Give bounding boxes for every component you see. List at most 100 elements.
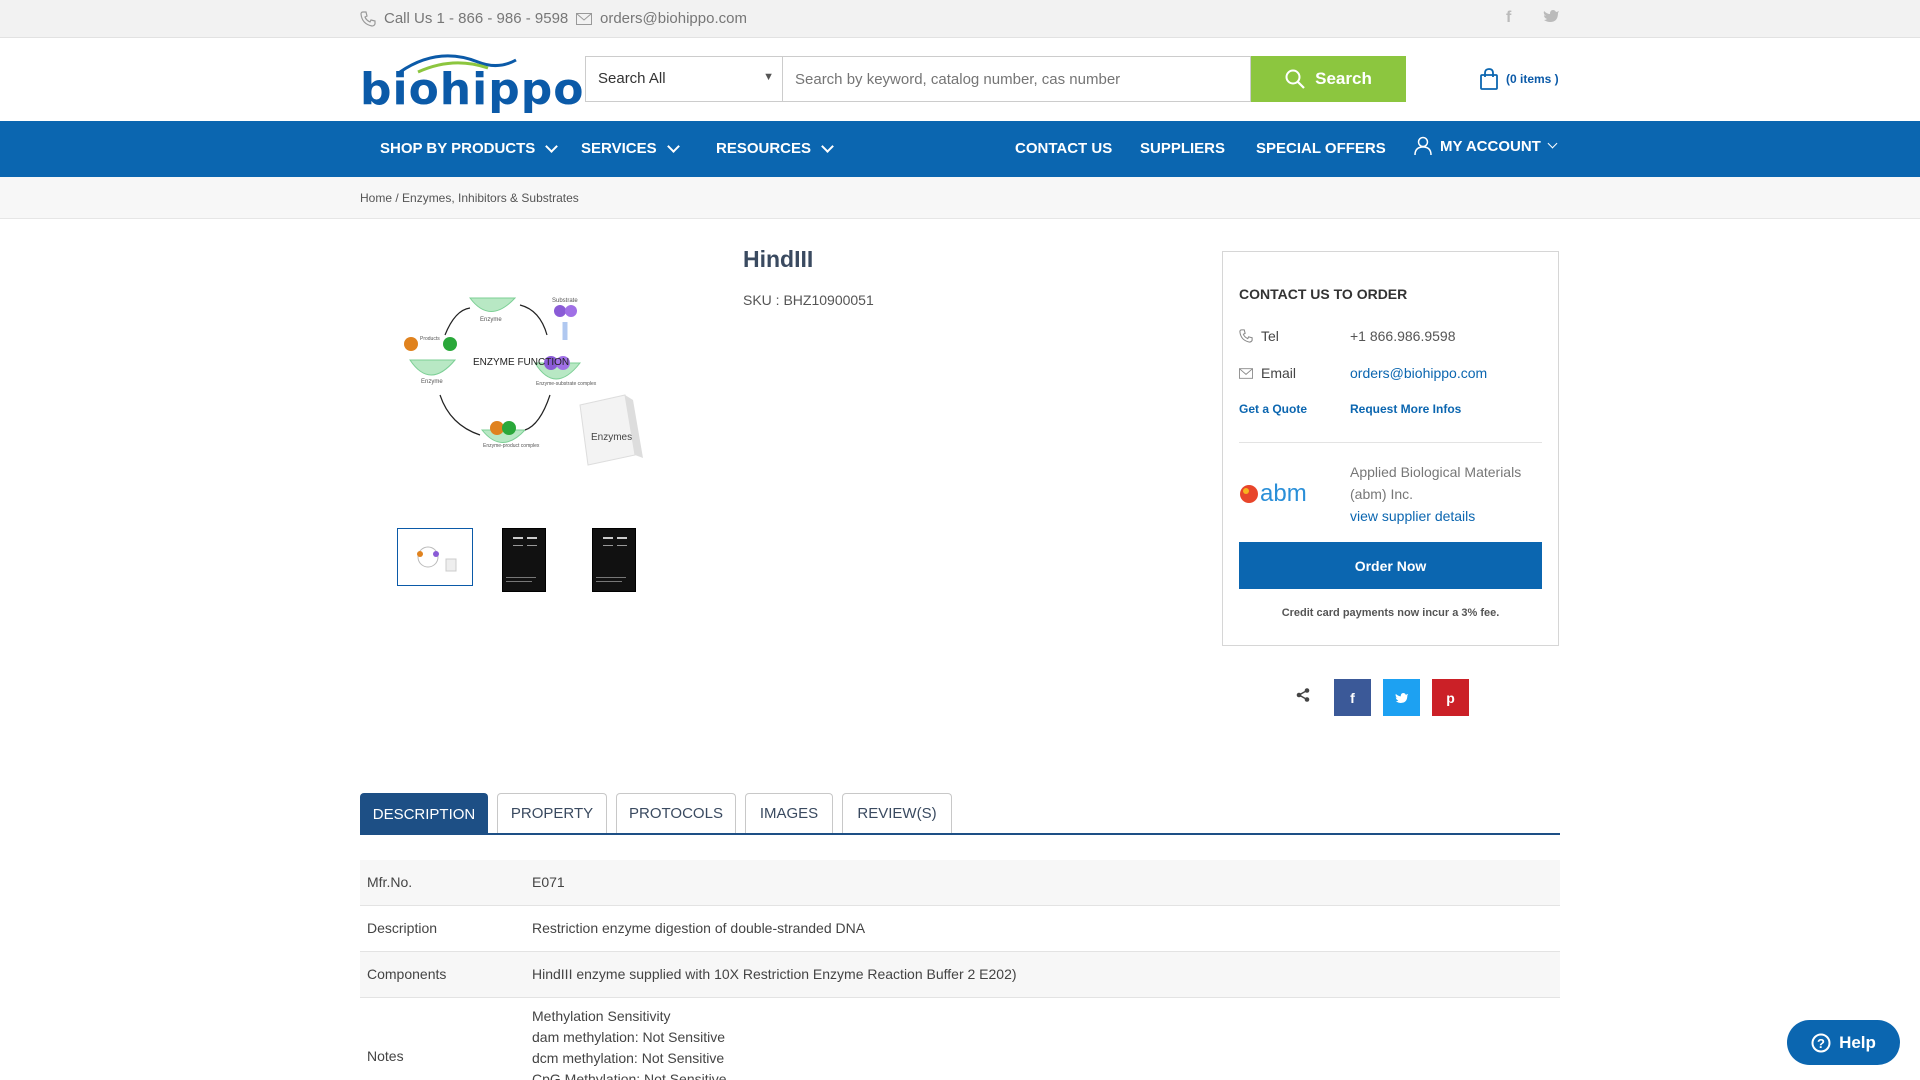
tab-images[interactable]: IMAGES (745, 793, 833, 833)
image-label-center: ENZYME FUNCTION (473, 357, 569, 368)
request-info-link[interactable]: Request More Infos (1350, 402, 1461, 416)
email-contact[interactable]: orders@biohippo.com (576, 10, 747, 27)
tel-label-row: Tel (1239, 328, 1279, 344)
order-box: CONTACT US TO ORDER Tel +1 866.986.9598 … (1222, 251, 1559, 646)
svg-text:?: ? (1817, 1036, 1825, 1051)
tel-value[interactable]: +1 866.986.9598 (1350, 328, 1456, 344)
search-button-label: Search (1315, 69, 1372, 88)
phone-contact[interactable]: Call Us 1 - 866 - 986 - 9598 (360, 10, 568, 27)
share-pinterest-button[interactable]: p (1432, 679, 1469, 716)
chevron-down-icon (821, 139, 834, 153)
row-key: Components (367, 966, 447, 982)
abm-logo[interactable]: abm (1239, 477, 1319, 507)
tab-description[interactable]: DESCRIPTION (360, 793, 488, 835)
phone-icon (1239, 329, 1253, 343)
share-icon[interactable] (1296, 688, 1310, 702)
tab-reviews[interactable]: REVIEW(S) (842, 793, 952, 833)
abm-logo-text: abm (1260, 480, 1307, 507)
chevron-down-icon (1547, 138, 1558, 149)
row-value: E071 (532, 874, 565, 890)
nav-shop-by-products[interactable]: SHOP BY PRODUCTS (380, 139, 559, 157)
cart-count: (0 items ) (1506, 72, 1559, 86)
divider (1239, 442, 1542, 443)
table-row: Description Restriction enzyme digestion… (360, 906, 1560, 952)
image-label-complex1: Enzyme-substrate complex (536, 381, 597, 387)
notes-line: CpG Methylation: Not Sensitive (532, 1071, 727, 1080)
nav-label: SERVICES (581, 140, 657, 157)
twitter-icon[interactable] (1543, 9, 1560, 28)
email-label-row: Email (1239, 365, 1296, 381)
nav-label: MY ACCOUNT (1440, 137, 1541, 155)
top-bar: Call Us 1 - 866 - 986 - 9598 orders@bioh… (0, 0, 1920, 38)
nav-label: SUPPLIERS (1140, 140, 1226, 157)
row-value: Methylation Sensitivity dam methylation:… (532, 1006, 727, 1080)
nav-label: SHOP BY PRODUCTS (380, 140, 536, 157)
table-row: Components HindIII enzyme supplied with … (360, 952, 1560, 998)
image-label-enzyme: Enzyme (480, 317, 502, 323)
cart[interactable]: (0 items ) (1480, 68, 1559, 90)
notes-line: dam methylation: Not Sensitive (532, 1029, 725, 1045)
thumbnail-1[interactable] (397, 528, 473, 586)
supplier-details-link[interactable]: view supplier details (1350, 505, 1550, 527)
tab-property[interactable]: PROPERTY (497, 793, 607, 833)
question-icon: ? (1811, 1033, 1831, 1052)
dropdown-arrow-icon: ▼ (763, 71, 774, 83)
supplier-name: Applied Biological Materials (abm) Inc. (1350, 464, 1522, 502)
nav-my-account[interactable]: MY ACCOUNT (1414, 136, 1558, 156)
image-label-complex2: Enzyme-product complex (483, 443, 540, 449)
notes-line: dcm methylation: Not Sensitive (532, 1050, 725, 1066)
product-sku: SKU : BHZ10900051 (743, 292, 874, 308)
envelope-icon (1239, 367, 1253, 379)
phone-text: Call Us 1 - 866 - 986 - 9598 (384, 10, 569, 27)
product-image[interactable]: Enzyme Substrate Enzyme-substrate comple… (395, 280, 655, 480)
table-row: Notes Methylation Sensitivity dam methyl… (360, 998, 1560, 1080)
order-heading: CONTACT US TO ORDER (1239, 286, 1408, 302)
search-input[interactable] (783, 56, 1251, 102)
facebook-icon[interactable]: f (1506, 9, 1511, 27)
row-value: HindIII enzyme supplied with 10X Restric… (532, 966, 1017, 982)
product-tabs: DESCRIPTION PROPERTY PROTOCOLS IMAGES RE… (360, 793, 1560, 835)
biohippo-logo[interactable]: biohippo (360, 52, 583, 115)
search-category-select[interactable]: Search All ▼ (585, 56, 783, 102)
image-label-box: Enzymes (591, 432, 632, 443)
order-now-button[interactable]: Order Now (1239, 542, 1542, 589)
search-button[interactable]: Search (1251, 56, 1406, 102)
help-button[interactable]: ? Help (1787, 1020, 1900, 1065)
nav-services[interactable]: SERVICES (581, 139, 680, 157)
row-value: Restriction enzyme digestion of double-s… (532, 920, 866, 936)
row-key: Notes (367, 1048, 404, 1064)
table-row: Mfr.No. E071 (360, 860, 1560, 906)
email-link[interactable]: orders@biohippo.com (1350, 365, 1487, 381)
share-twitter-button[interactable] (1383, 679, 1420, 716)
email-label: Email (1261, 365, 1297, 381)
search-icon (1285, 69, 1305, 89)
notes-line: Methylation Sensitivity (532, 1008, 671, 1024)
search-category-value: Search All (598, 70, 666, 87)
user-icon (1414, 136, 1432, 156)
email-text: orders@biohippo.com (600, 10, 747, 27)
thumbnail-3[interactable] (592, 528, 636, 592)
breadcrumb-bar: Home / Enzymes, Inhibitors & Substrates (0, 177, 1920, 219)
image-label-substrate: Substrate (552, 298, 578, 304)
tab-protocols[interactable]: PROTOCOLS (616, 793, 736, 833)
payment-note: Credit card payments now incur a 3% fee. (1281, 607, 1500, 619)
tel-label: Tel (1261, 328, 1279, 344)
breadcrumb[interactable]: Home / Enzymes, Inhibitors & Substrates (360, 191, 579, 205)
thumbnail-2[interactable] (502, 528, 546, 592)
main-nav: SHOP BY PRODUCTS SERVICES RESOURCES CONT… (0, 121, 1920, 177)
header: biohippo Search All ▼ Search (0 items ) (0, 38, 1920, 121)
get-quote-link[interactable]: Get a Quote (1239, 402, 1307, 416)
nav-contact-us[interactable]: CONTACT US (1015, 140, 1112, 157)
twitter-icon (1395, 692, 1408, 703)
chevron-down-icon (666, 139, 680, 153)
nav-suppliers[interactable]: SUPPLIERS (1140, 140, 1225, 157)
nav-special-offers[interactable]: SPECIAL OFFERS (1256, 140, 1386, 157)
nav-resources[interactable]: RESOURCES (716, 139, 834, 157)
nav-label: RESOURCES (716, 140, 812, 157)
row-key: Description (367, 920, 438, 936)
share-facebook-button[interactable]: f (1334, 679, 1371, 716)
pinterest-icon: p (1446, 689, 1455, 706)
shopping-bag-icon (1480, 68, 1498, 90)
image-label-products: Products (420, 336, 440, 342)
nav-label: SPECIAL OFFERS (1256, 140, 1386, 157)
